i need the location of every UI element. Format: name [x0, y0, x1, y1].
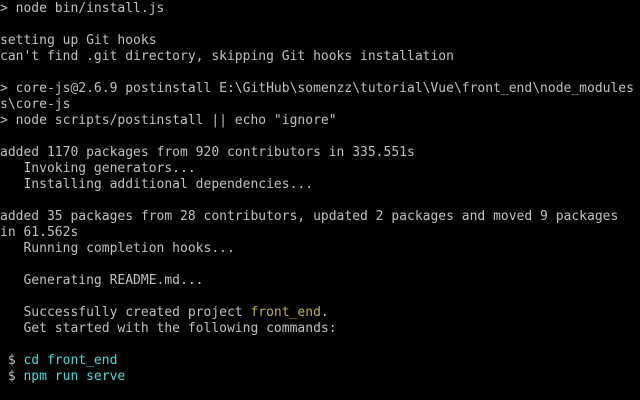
terminal-text-segment: Successfully created project — [0, 305, 251, 320]
terminal-text-segment: setting up Git hooks — [0, 33, 157, 48]
terminal-text-segment: can't find .git directory, skipping Git … — [0, 49, 454, 64]
terminal-text-segment: s\core-js — [0, 97, 71, 112]
terminal-text-segment: added 1170 packages from 920 contributor… — [0, 145, 415, 160]
terminal-text-segment: > core-js@2.6.9 postinstall E:\GitHub\so… — [0, 81, 634, 96]
terminal-line: Invoking generators... — [0, 161, 640, 177]
terminal-text-segment: > node bin/install.js — [0, 1, 165, 16]
terminal-text-segment: > node scripts/postinstall || echo "igno… — [0, 113, 337, 128]
terminal-line: $ npm run serve — [0, 369, 640, 385]
terminal-text-segment: $ — [0, 369, 24, 384]
terminal-line: Installing additional dependencies... — [0, 177, 640, 193]
terminal-text-segment: front_end — [250, 305, 321, 320]
terminal-line: $ cd front_end — [0, 353, 640, 369]
terminal-text-segment: in 61.562s — [0, 225, 79, 240]
terminal-window[interactable]: > node bin/install.js setting up Git hook… — [0, 0, 640, 400]
terminal-line: > core-js@2.6.9 postinstall E:\GitHub\so… — [0, 81, 640, 97]
terminal-line: > node bin/install.js — [0, 1, 640, 17]
terminal-line: setting up Git hooks — [0, 33, 640, 49]
terminal-line: Successfully created project front_end. — [0, 305, 640, 321]
terminal-text-segment: . — [320, 305, 329, 320]
terminal-text-segment: Generating README.md... — [0, 273, 204, 288]
terminal-text-segment: cd front_end — [23, 353, 118, 368]
terminal-line: Generating README.md... — [0, 273, 640, 289]
terminal-line: Running completion hooks... — [0, 241, 640, 257]
terminal-text-segment: Invoking generators... — [0, 161, 196, 176]
terminal-line: in 61.562s — [0, 225, 640, 241]
terminal-line: can't find .git directory, skipping Git … — [0, 49, 640, 65]
terminal-text-segment: $ — [0, 353, 24, 368]
terminal-text-segment: added 35 packages from 28 contributors, … — [0, 209, 619, 224]
terminal-line: Get started with the following commands: — [0, 321, 640, 337]
terminal-text-segment: Get started with the following commands: — [0, 321, 337, 336]
terminal-line: > node scripts/postinstall || echo "igno… — [0, 113, 640, 129]
terminal-text-segment: npm run serve — [23, 369, 126, 384]
terminal-line: added 35 packages from 28 contributors, … — [0, 209, 640, 225]
terminal-text-segment: Installing additional dependencies... — [0, 177, 314, 192]
terminal-line: s\core-js — [0, 97, 640, 113]
terminal-line: added 1170 packages from 920 contributor… — [0, 145, 640, 161]
terminal-text-segment: Running completion hooks... — [0, 241, 235, 256]
